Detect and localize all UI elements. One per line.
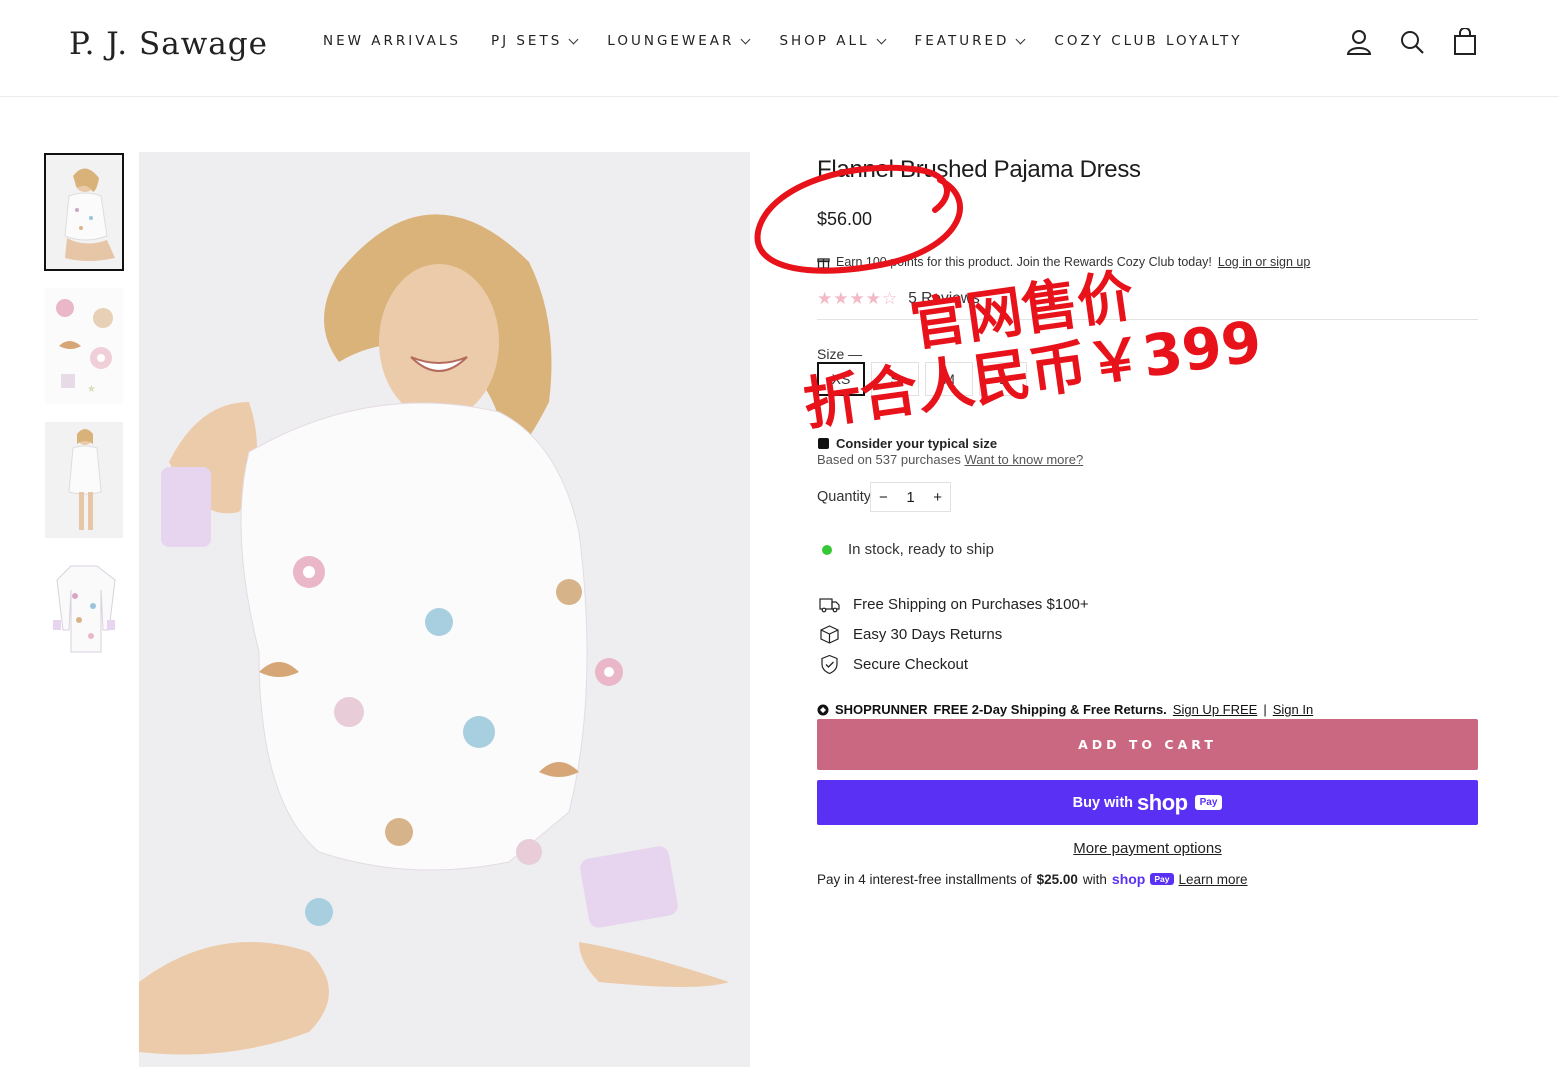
rewards-login-link[interactable]: Log in or sign up: [1218, 255, 1310, 269]
shop-pay-logo-text: shop: [1137, 789, 1188, 815]
thumbnail-model-full[interactable]: [45, 422, 123, 538]
brand-logo[interactable]: P. J. Sawage: [69, 26, 268, 62]
chevron-down-icon: [740, 34, 751, 44]
rewards-line: Earn 100 points for this product. Join t…: [817, 255, 1310, 269]
rewards-text: Earn 100 points for this product. Join t…: [836, 255, 1212, 269]
shoprunner-logo-icon: [817, 704, 829, 715]
installment-amount: $25.00: [1036, 871, 1078, 887]
thumbnail-fabric-print[interactable]: ★: [45, 288, 123, 404]
chevron-down-icon: [568, 34, 579, 44]
truck-icon: [819, 597, 840, 612]
account-icon[interactable]: [1346, 28, 1372, 56]
fit-subtext: Based on 537 purchases: [817, 452, 961, 467]
quantity-label: Quantity: [817, 489, 871, 505]
quantity-value[interactable]: 1: [906, 489, 914, 506]
cart-icon[interactable]: [1452, 28, 1478, 56]
thumbnail-gallery: ★: [44, 153, 124, 690]
nav-cozy-club[interactable]: COZY CLUB LOYALTY: [1054, 33, 1242, 49]
quantity-decrease-button[interactable]: −: [879, 489, 888, 506]
product-title: Flannel Brushed Pajama Dress: [817, 156, 1141, 183]
box-icon: [820, 624, 839, 644]
nav-label: SHOP ALL: [779, 33, 870, 49]
perk-text: Easy 30 Days Returns: [853, 625, 1003, 643]
perk-checkout: Secure Checkout: [819, 649, 1089, 679]
stock-text: In stock, ready to ship: [848, 541, 994, 558]
nav-label: PJ SETS: [490, 33, 563, 49]
shop-pay-logo-text: shop: [1111, 871, 1146, 887]
installments-with: with: [1082, 871, 1107, 887]
fit-more-link[interactable]: Want to know more?: [964, 452, 1083, 467]
size-option-m[interactable]: M: [925, 362, 973, 396]
reviews-count[interactable]: 5 Reviews: [908, 290, 980, 308]
shoprunner-brand: SHOPRUNNER: [835, 702, 928, 717]
header-icons: [1346, 28, 1478, 56]
nav-shop-all[interactable]: SHOP ALL: [779, 33, 886, 49]
size-option-s[interactable]: S: [871, 362, 919, 396]
learn-more-link[interactable]: Learn more: [1179, 872, 1248, 887]
search-icon[interactable]: [1399, 28, 1425, 56]
nav-label: NEW ARRIVALS: [323, 33, 461, 49]
in-stock-dot-icon: [822, 544, 832, 555]
quantity-increase-button[interactable]: +: [933, 489, 942, 506]
product-price: $56.00: [817, 209, 873, 229]
separator: |: [1263, 702, 1267, 717]
shoprunner-signup-link[interactable]: Sign Up FREE: [1173, 702, 1258, 717]
quantity-stepper: − 1 +: [870, 482, 951, 512]
fit-title: Consider your typical size: [836, 436, 998, 451]
nav-new-arrivals[interactable]: NEW ARRIVALS: [323, 33, 461, 49]
more-payment-options-link[interactable]: More payment options: [817, 840, 1478, 857]
fit-recommendation: Consider your typical size Based on 537 …: [817, 436, 1083, 467]
shoprunner-banner: SHOPRUNNER FREE 2-Day Shipping & Free Re…: [817, 702, 1313, 717]
installments-line: Pay in 4 interest-free installments of $…: [817, 871, 1248, 887]
divider: [817, 319, 1478, 320]
gift-icon: [817, 257, 830, 269]
size-option-l[interactable]: L: [979, 362, 1027, 396]
size-label: Size —: [817, 346, 863, 362]
shop-pay-badge: Pay: [1150, 873, 1174, 885]
product-rating[interactable]: ★★★★☆ 5 Reviews: [817, 289, 980, 309]
main-nav: NEW ARRIVALS PJ SETS LOUNGEWEAR SHOP ALL…: [323, 33, 1243, 49]
shield-check-icon: [821, 654, 838, 674]
thumbnail-dress-flat[interactable]: [45, 556, 123, 672]
shoprunner-signin-link[interactable]: Sign In: [1273, 702, 1313, 717]
shoprunner-offer: FREE 2-Day Shipping & Free Returns.: [933, 702, 1167, 717]
nav-loungewear[interactable]: LOUNGEWEAR: [607, 33, 751, 49]
perk-text: Free Shipping on Purchases $100+: [853, 595, 1089, 613]
perks-list: Free Shipping on Purchases $100+ Easy 30…: [819, 589, 1089, 679]
thumbnail-model-front[interactable]: [44, 153, 124, 271]
svg-text:★: ★: [87, 384, 96, 395]
nav-label: LOUNGEWEAR: [607, 33, 735, 49]
shop-pay-buy-text: Buy with: [1072, 794, 1134, 811]
perk-text: Secure Checkout: [853, 655, 969, 673]
hanger-icon: [818, 438, 829, 449]
perk-shipping: Free Shipping on Purchases $100+: [819, 589, 1089, 619]
installments-text: Pay in 4 interest-free installments of: [817, 871, 1032, 887]
star-rating-icon: ★★★★☆: [817, 289, 899, 308]
nav-pj-sets[interactable]: PJ SETS: [490, 33, 579, 49]
chevron-down-icon: [876, 34, 886, 44]
chevron-down-icon: [1015, 34, 1026, 44]
perk-returns: Easy 30 Days Returns: [819, 619, 1089, 649]
nav-label: COZY CLUB LOYALTY: [1054, 33, 1243, 49]
size-option-xs[interactable]: XS: [817, 362, 865, 396]
site-header: P. J. Sawage NEW ARRIVALS PJ SETS LOUNGE…: [0, 0, 1559, 97]
size-selector: XS S M L: [817, 362, 1027, 396]
main-product-image[interactable]: [139, 152, 750, 1067]
add-to-cart-button[interactable]: ADD TO CART: [817, 719, 1478, 770]
nav-label: FEATURED: [914, 33, 1010, 49]
shop-pay-badge: Pay: [1194, 795, 1223, 810]
buy-with-shop-pay-button[interactable]: Buy with shop Pay: [817, 780, 1478, 825]
nav-featured[interactable]: FEATURED: [914, 33, 1026, 49]
stock-status: In stock, ready to ship: [822, 541, 994, 558]
